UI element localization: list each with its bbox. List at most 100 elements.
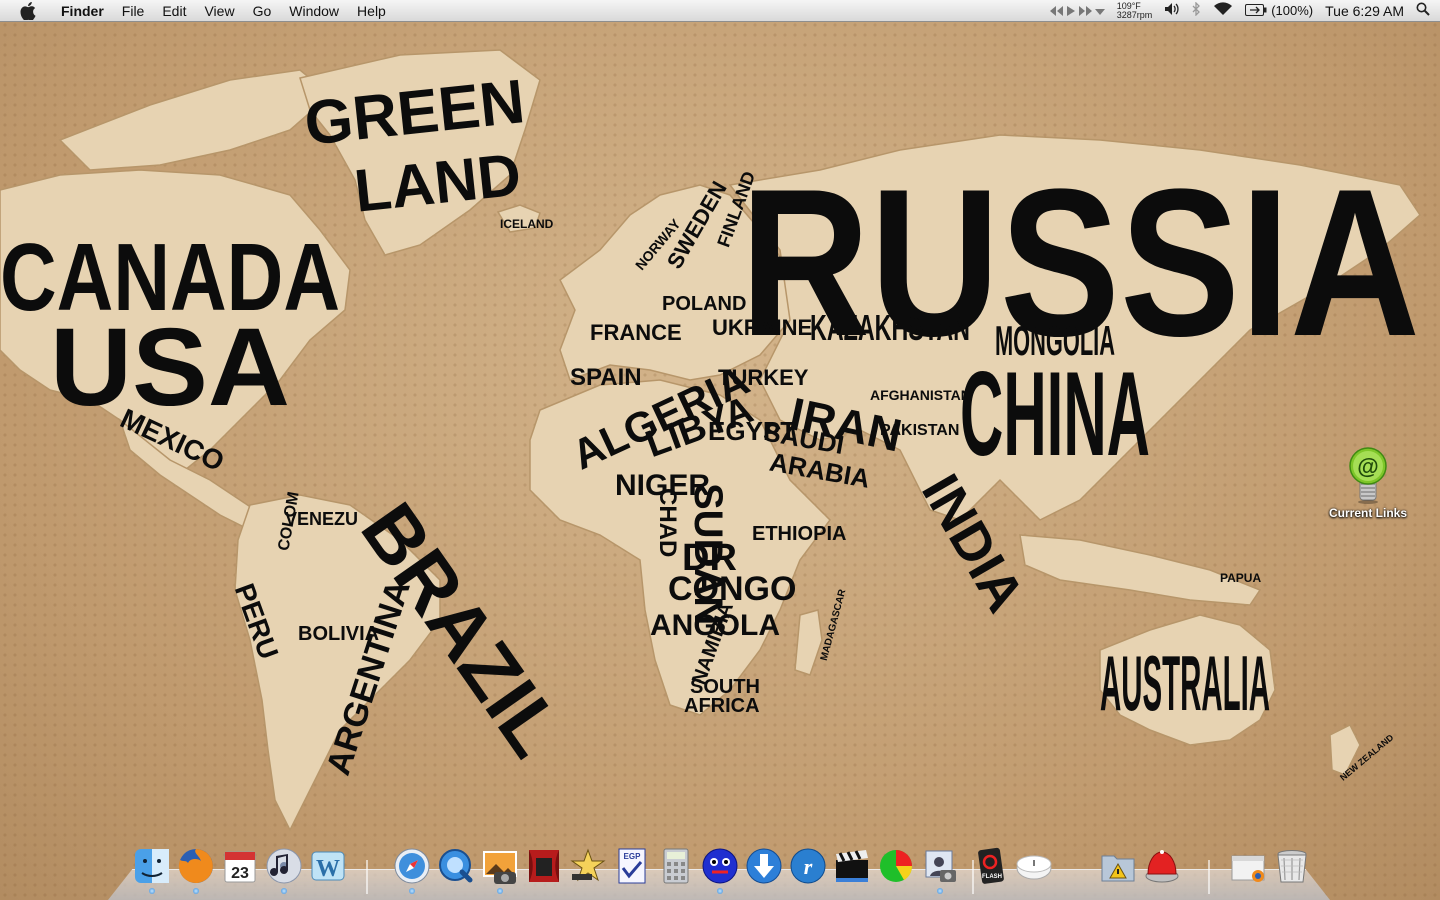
- dock-iphoto[interactable]: [480, 846, 520, 894]
- status-menus: 109°F 3287rpm (100%) Tue 6:29 AM: [1038, 0, 1440, 22]
- previous-track-icon[interactable]: [1049, 3, 1063, 19]
- menu-file[interactable]: File: [113, 0, 154, 22]
- dock-safari[interactable]: [392, 846, 432, 894]
- internet-location-icon: @: [1349, 447, 1387, 504]
- app-menu-finder[interactable]: Finder: [52, 0, 113, 22]
- finder-icon: [135, 849, 169, 883]
- volume-icon[interactable]: [1164, 2, 1180, 19]
- label-poland: POLAND: [662, 293, 746, 315]
- fan-speed-readout: 3287rpm: [1116, 9, 1153, 20]
- menu-clock[interactable]: Tue 6:29 AM: [1325, 3, 1404, 19]
- calculator-icon: [663, 848, 689, 884]
- smiley-app-icon: [702, 848, 738, 884]
- label-ukraine: UKRAINE: [712, 315, 812, 340]
- label-afghanistan: AFGHANISTAN: [870, 387, 971, 403]
- menu-go[interactable]: Go: [244, 0, 281, 22]
- svg-text:23: 23: [231, 865, 249, 882]
- photo-booth-icon: [529, 850, 559, 882]
- madagascar-land: [794, 609, 823, 676]
- label-australia: AUSTRALIA: [1100, 639, 1270, 727]
- running-indicator: [149, 888, 155, 894]
- battery-percentage[interactable]: (100%): [1271, 3, 1313, 18]
- desktop-icon-label: Current Links: [1328, 506, 1407, 520]
- menu-help[interactable]: Help: [348, 0, 395, 22]
- label-france: FRANCE: [590, 320, 682, 345]
- battery-icon[interactable]: [1245, 3, 1267, 19]
- running-indicator: [497, 888, 503, 894]
- label-usa: USA: [50, 306, 290, 429]
- firefox-icon: [178, 849, 213, 883]
- dock-realplayer[interactable]: r: [788, 846, 828, 886]
- dock-imovie[interactable]: [568, 846, 608, 886]
- menu-edit[interactable]: Edit: [153, 0, 195, 22]
- arctic-islands: [58, 69, 332, 171]
- dock-wordpress[interactable]: W: [308, 846, 348, 886]
- iphoto-icon: [483, 851, 517, 884]
- dock-download-manager[interactable]: [744, 846, 784, 886]
- dock-image-capture[interactable]: [920, 846, 960, 894]
- next-track-icon[interactable]: [1078, 3, 1092, 19]
- image-capture-icon: [925, 850, 956, 882]
- running-indicator: [193, 888, 199, 894]
- world-map-wallpaper: GREEN LAND CANADA USA MEXICO ICELAND RUS…: [0, 49, 1421, 832]
- clapper-icon: [836, 850, 868, 882]
- dock-trash[interactable]: [1272, 846, 1312, 886]
- menu-view[interactable]: View: [195, 0, 243, 22]
- dock-chart-app[interactable]: [876, 846, 916, 886]
- dock-time-capsule[interactable]: [1014, 846, 1054, 886]
- bluetooth-icon[interactable]: [1192, 1, 1201, 19]
- label-africa: AFRICA: [684, 695, 760, 717]
- label-chad: CHAD: [654, 488, 681, 557]
- label-papua: PAPUA: [1220, 571, 1261, 585]
- hardware-monitor[interactable]: 109°F 3287rpm: [1116, 1, 1153, 20]
- dock-smiley-app[interactable]: [700, 846, 740, 894]
- dock-document-stack[interactable]: [1228, 846, 1268, 886]
- dock-finder[interactable]: [132, 846, 172, 894]
- dock-flash[interactable]: FLASH: [970, 846, 1010, 886]
- dock-itunes[interactable]: [264, 846, 304, 894]
- flashlight-app-icon: [1145, 850, 1179, 883]
- dock-clapper[interactable]: [832, 846, 872, 886]
- label-egypt: EGYPT: [708, 416, 796, 446]
- label-pakistan: PAKISTAN: [880, 422, 959, 439]
- desktop: Finder File Edit View Go Window Help 109…: [0, 0, 1440, 900]
- imovie-icon: [570, 848, 606, 882]
- dock-separator: [1208, 860, 1210, 894]
- dock-quicktime[interactable]: [436, 846, 476, 886]
- egp-icon: EGP: [618, 848, 646, 884]
- time-capsule-icon: [1016, 855, 1052, 880]
- label-spain: SPAIN: [570, 364, 642, 391]
- dock-flashlight-app[interactable]: [1142, 846, 1182, 886]
- dock-ical[interactable]: 23: [220, 846, 260, 886]
- dock-separator: [366, 860, 368, 894]
- svg-text:@: @: [1357, 454, 1378, 479]
- desktop-icon-current-links[interactable]: @ Current Links: [1318, 446, 1418, 520]
- svg-text:EGP: EGP: [624, 852, 642, 861]
- folder-icon: [1101, 855, 1135, 882]
- dock-calculator[interactable]: [656, 846, 696, 886]
- ical-icon: 23: [224, 851, 256, 883]
- wifi-icon[interactable]: [1213, 2, 1233, 19]
- spotlight-search-icon[interactable]: [1416, 2, 1430, 19]
- menu-window[interactable]: Window: [280, 0, 348, 22]
- dock-folder[interactable]: [1098, 846, 1138, 886]
- running-indicator: [717, 888, 723, 894]
- dock-photo-booth[interactable]: [524, 846, 564, 886]
- dock-egp[interactable]: EGP: [612, 846, 652, 886]
- dock-firefox[interactable]: [176, 846, 216, 894]
- label-kazakhstan: KAZAKHSTAN: [810, 307, 970, 348]
- svg-text:W: W: [316, 856, 340, 882]
- dock: 23 W EGP r FLASH: [108, 842, 1330, 900]
- media-menu-chevron-icon[interactable]: [1094, 3, 1105, 19]
- southeast-asia-land: [1019, 534, 1262, 606]
- play-icon[interactable]: [1066, 3, 1076, 19]
- running-indicator: [281, 888, 287, 894]
- menu-bar: Finder File Edit View Go Window Help 109…: [0, 0, 1440, 22]
- chart-app-icon: [880, 850, 913, 882]
- svg-text:r: r: [804, 854, 813, 879]
- itunes-icon: [266, 848, 302, 884]
- flash-icon: FLASH: [978, 847, 1004, 884]
- label-ethiopia: ETHIOPIA: [752, 523, 846, 545]
- apple-menu-icon[interactable]: [18, 1, 38, 21]
- quicktime-icon: [439, 849, 473, 883]
